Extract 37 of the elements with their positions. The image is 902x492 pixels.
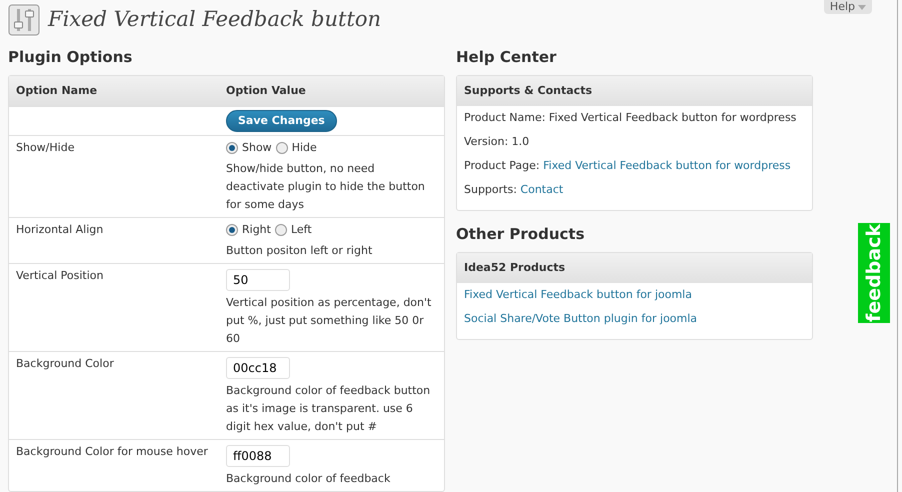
- info-line: Product Page: Fixed Vertical Feedback button for wordpress: [464, 158, 792, 174]
- option-description: Button positon left or right: [226, 243, 374, 259]
- info-line: Version: 1.0: [464, 134, 530, 150]
- option-name: Horizontal Align: [16, 222, 104, 238]
- option-name: Background Color for mouse hover: [16, 444, 209, 460]
- option-description: Show/hide button, no need deactivate plugin to hide the button for some days: [226, 161, 426, 213]
- column-header: Option Value: [226, 83, 307, 99]
- option-name: Background Color: [16, 356, 115, 372]
- page-title: Fixed Vertical Feedback button: [48, 7, 382, 33]
- panel-title: Idea52 Products: [457, 253, 812, 283]
- text-field[interactable]: 50: [226, 269, 290, 291]
- link[interactable]: Fixed Vertical Feedback button for wordpress: [543, 159, 791, 172]
- product-link[interactable]: Social Share/Vote Button plugin for joomla: [464, 312, 698, 325]
- caret-icon: [858, 4, 866, 10]
- column-header: Option Name: [15, 83, 98, 99]
- help-tab[interactable]: Help: [824, 0, 872, 14]
- option-name: Vertical Position: [16, 268, 105, 284]
- text-field[interactable]: ff0088: [226, 445, 290, 467]
- option-description: Background color of feedback: [226, 471, 392, 487]
- section-heading: Help Center: [456, 48, 558, 66]
- sliders-icon: [8, 4, 40, 36]
- radio-option[interactable]: Hide: [276, 139, 317, 157]
- link[interactable]: Contact: [520, 183, 564, 196]
- radio-option[interactable]: Left: [274, 221, 312, 239]
- section-heading: Other Products: [456, 225, 586, 243]
- radio-option[interactable]: Right: [226, 221, 271, 239]
- option-name: Show/Hide: [16, 140, 76, 156]
- save-button[interactable]: Save Changes: [226, 110, 337, 132]
- radio-option[interactable]: Show: [226, 139, 272, 157]
- option-description: Background color of feedback button as it's image is transparent. use 6 digit hex value, don't put #: [226, 383, 432, 435]
- option-description: Vertical position as percentage, don't put %, just put something like 50 0r 60: [226, 295, 432, 347]
- section-heading: Plugin Options: [8, 48, 134, 66]
- info-line: Supports: Contact: [464, 182, 564, 198]
- text-field[interactable]: 00cc18: [226, 357, 290, 379]
- info-line: Product Name: Fixed Vertical Feedback button for wordpress: [464, 110, 798, 126]
- product-link[interactable]: Fixed Vertical Feedback button for joomla: [464, 288, 692, 301]
- panel-title: Supports & Contacts: [457, 76, 812, 106]
